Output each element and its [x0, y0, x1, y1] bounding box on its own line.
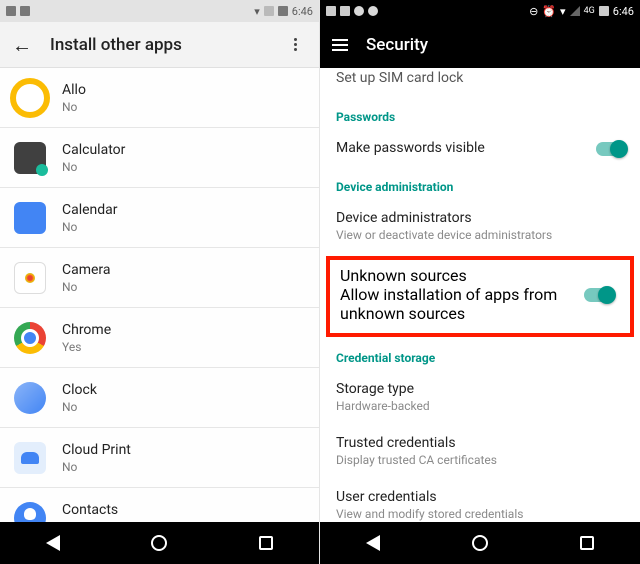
statusbar: ⊖ ⏰ ▾ 4G 6:46 [320, 0, 640, 22]
settings-list: Set up SIM card lock Passwords Make pass… [320, 68, 640, 522]
section-header-device-admin: Device administration [320, 168, 640, 200]
page-title: Install other apps [50, 35, 265, 55]
app-icon-cam [14, 262, 46, 294]
app-status: No [62, 220, 118, 234]
overflow-menu[interactable] [283, 38, 307, 51]
signal-icon [570, 6, 580, 16]
app-name: Cloud Print [62, 442, 131, 458]
app-row-cam[interactable]: Camera No [0, 248, 319, 308]
setting-trusted-credentials[interactable]: Trusted credentials Display trusted CA c… [320, 425, 640, 479]
app-icon-contacts [14, 502, 46, 523]
app-status: Yes [62, 340, 111, 354]
section-header-credential: Credential storage [320, 339, 640, 371]
app-name: Chrome [62, 322, 111, 338]
nav-recent-icon[interactable] [580, 536, 594, 550]
app-name: Contacts [62, 502, 118, 518]
status-time: 6:46 [292, 5, 313, 18]
wifi-icon: ▾ [560, 5, 566, 18]
nav-home-icon[interactable] [151, 535, 167, 551]
navbar [0, 522, 319, 564]
page-title: Security [366, 35, 628, 55]
setting-user-credentials[interactable]: User credentials View and modify stored … [320, 479, 640, 522]
section-header-passwords: Passwords [320, 98, 640, 130]
app-status: No [62, 100, 86, 114]
dnd-icon: ⊖ [529, 5, 538, 18]
app-name: Allo [62, 82, 86, 98]
alarm-icon: ⏰ [542, 5, 556, 18]
notif-icon [368, 6, 378, 16]
setting-make-passwords-visible[interactable]: Make passwords visible [320, 130, 640, 168]
phone-left: ▾ 6:46 ← Install other apps AlloNoCalcul… [0, 0, 320, 564]
app-icon-cloudp [14, 442, 46, 474]
back-icon[interactable]: ← [12, 35, 32, 55]
app-name: Camera [62, 262, 111, 278]
app-name: Clock [62, 382, 97, 398]
nav-recent-icon[interactable] [259, 536, 273, 550]
app-row-clock[interactable]: Clock No [0, 368, 319, 428]
notif-icon [340, 6, 350, 16]
app-status: No [62, 400, 97, 414]
network-label: 4G [584, 6, 595, 16]
setting-unknown-sources[interactable]: Unknown sources Allow installation of ap… [340, 266, 620, 323]
sim-icon [264, 6, 274, 16]
app-row-cloudp[interactable]: Cloud Print No [0, 428, 319, 488]
app-icon-cal [14, 202, 46, 234]
app-status: No [62, 160, 125, 174]
app-name: Calculator [62, 142, 125, 158]
notif-icon [354, 6, 364, 16]
nav-home-icon[interactable] [472, 535, 488, 551]
app-row-cal[interactable]: Calendar No [0, 188, 319, 248]
app-row-allo[interactable]: Allo No [0, 68, 319, 128]
toggle-switch[interactable] [584, 288, 614, 302]
app-row-calc[interactable]: Calculator No [0, 128, 319, 188]
toggle-switch[interactable] [596, 142, 626, 156]
app-icon-calc [14, 142, 46, 174]
phone-right: ⊖ ⏰ ▾ 4G 6:46 Security Set up SIM card l… [320, 0, 640, 564]
notif-icon [326, 6, 336, 16]
app-status: No [62, 460, 131, 474]
app-icon-clock [14, 382, 46, 414]
setting-sim-lock[interactable]: Set up SIM card lock [320, 68, 640, 98]
appbar: ← Install other apps [0, 22, 319, 68]
app-row-contacts[interactable]: ContactsNo [0, 488, 319, 522]
notif-icon [6, 6, 16, 16]
nav-back-icon[interactable] [366, 535, 380, 551]
app-icon-chrome [14, 322, 46, 354]
wifi-icon: ▾ [254, 5, 260, 18]
highlight-box: Unknown sources Allow installation of ap… [326, 256, 634, 337]
app-name: Calendar [62, 202, 118, 218]
app-row-chrome[interactable]: Chrome Yes [0, 308, 319, 368]
setting-device-administrators[interactable]: Device administrators View or deactivate… [320, 200, 640, 254]
appbar: Security [320, 22, 640, 68]
menu-icon[interactable] [332, 39, 348, 51]
app-icon-allo [14, 82, 46, 114]
battery-icon [278, 6, 288, 16]
nav-back-icon[interactable] [46, 535, 60, 551]
status-time: 6:46 [613, 5, 634, 18]
app-status: No [62, 280, 111, 294]
notif-icon [20, 6, 30, 16]
app-list: Allo No Calculator No Calendar No Camera No Chro… [0, 68, 319, 522]
setting-storage-type[interactable]: Storage type Hardware-backed [320, 371, 640, 425]
statusbar: ▾ 6:46 [0, 0, 319, 22]
navbar [320, 522, 640, 564]
battery-icon [599, 6, 609, 16]
